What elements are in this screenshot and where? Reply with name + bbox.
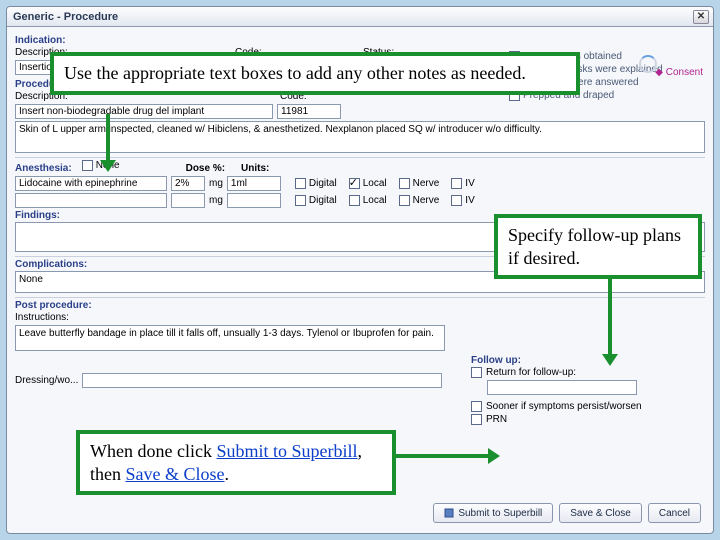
units-input-2[interactable] [227, 193, 281, 208]
arrow-line-right [608, 274, 612, 356]
dose-pct-input-2[interactable] [171, 193, 205, 208]
return-followup-input[interactable] [487, 380, 637, 395]
submit-icon [444, 508, 454, 518]
nerve-checkbox-2[interactable] [399, 195, 410, 206]
dose-pct-input[interactable] [171, 176, 205, 191]
nerve-checkbox-1[interactable] [399, 178, 410, 189]
return-followup-checkbox[interactable] [471, 367, 482, 378]
arrow-head-bottom [488, 448, 500, 464]
instructions-label: Instructions: [15, 312, 69, 323]
submit-to-superbill-button[interactable]: Submit to Superbill [433, 503, 553, 523]
return-followup-label: Return for follow-up: [486, 367, 576, 378]
indication-section: Indication: [15, 35, 705, 46]
anesthesia-section: Anesthesia: [15, 163, 72, 174]
proc-description-input[interactable] [15, 104, 273, 119]
window-title: Generic - Procedure [13, 11, 118, 23]
dressing-input[interactable] [82, 373, 442, 388]
cancel-button[interactable]: Cancel [648, 503, 701, 523]
close-icon[interactable]: ✕ [693, 10, 709, 24]
consent-link[interactable]: Consent [655, 67, 703, 78]
digital-checkbox-2[interactable] [295, 195, 306, 206]
arrow-head-right [602, 354, 618, 366]
units-label: Units: [241, 163, 269, 174]
callout-saveclose-link[interactable]: Save & Close [126, 464, 225, 484]
local-checkbox-2[interactable] [349, 195, 360, 206]
units-input-1[interactable] [227, 176, 281, 191]
followup-panel: Follow up: Return for follow-up: Sooner … [471, 353, 701, 427]
mg-label-1: mg [209, 178, 223, 189]
dose-pct-label: Dose %: [186, 163, 225, 174]
arrow-head-top [100, 160, 116, 172]
callout-right: Specify follow-up plans if desired. [494, 214, 702, 279]
arrow-line-bottom [396, 454, 490, 458]
anesthesia-none-checkbox[interactable] [82, 160, 93, 171]
dressing-label: Dressing/wo... [15, 375, 78, 386]
button-bar: Submit to Superbill Save & Close Cancel [433, 503, 701, 523]
anesthesia-drug-input[interactable] [15, 176, 167, 191]
digital-checkbox-1[interactable] [295, 178, 306, 189]
save-close-button[interactable]: Save & Close [559, 503, 642, 523]
instructions-input[interactable]: Leave butterfly bandage in place till it… [15, 325, 445, 351]
anesthesia-drug-input-2[interactable] [15, 193, 167, 208]
local-checkbox-1[interactable] [349, 178, 360, 189]
sooner-checkbox[interactable] [471, 401, 482, 412]
proc-code-input[interactable] [277, 104, 341, 119]
followup-section: Follow up: [471, 355, 701, 366]
iv-checkbox-2[interactable] [451, 195, 462, 206]
callout-submit-link[interactable]: Submit to Superbill [216, 441, 357, 461]
prn-checkbox[interactable] [471, 414, 482, 425]
proc-narrative-input[interactable]: Skin of L upper arm inspected, cleaned w… [15, 121, 705, 153]
titlebar: Generic - Procedure ✕ [7, 7, 713, 27]
callout-top: Use the appropriate text boxes to add an… [50, 52, 580, 95]
callout-bottom: When done click Submit to Superbill, the… [76, 430, 396, 495]
iv-checkbox-1[interactable] [451, 178, 462, 189]
prn-label: PRN [486, 414, 507, 425]
arrow-line-top [106, 114, 110, 162]
sooner-label: Sooner if symptoms persist/worsen [486, 401, 642, 412]
mg-label-2: mg [209, 195, 223, 206]
post-procedure-section: Post procedure: [15, 300, 705, 311]
